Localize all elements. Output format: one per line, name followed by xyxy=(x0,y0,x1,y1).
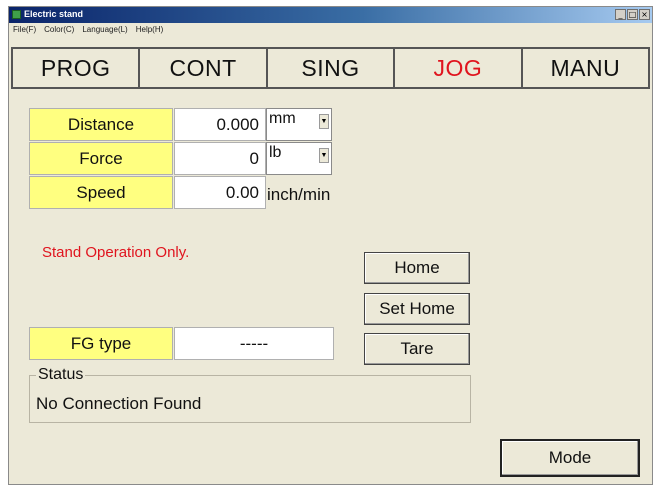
chevron-down-icon[interactable]: ▼ xyxy=(319,114,329,129)
menu-color[interactable]: Color(C) xyxy=(44,23,74,36)
window-title: Electric stand xyxy=(24,9,84,19)
status-group: Status No Connection Found xyxy=(29,366,471,423)
tab-jog[interactable]: JOG xyxy=(394,47,522,89)
distance-value: 0.000 xyxy=(174,108,266,141)
home-button[interactable]: Home xyxy=(364,252,470,284)
tab-bar: PROG CONT SING JOG MANU xyxy=(11,47,651,89)
tab-cont[interactable]: CONT xyxy=(139,47,267,89)
speed-value: 0.00 xyxy=(174,176,266,209)
distance-label: Distance xyxy=(29,108,173,141)
force-unit-select[interactable]: lb ▼ xyxy=(266,142,332,175)
menu-bar: File(F) Color(C) Language(L) Help(H) xyxy=(9,23,652,36)
operation-message: Stand Operation Only. xyxy=(42,244,190,261)
set-home-button[interactable]: Set Home xyxy=(364,293,470,325)
fg-type-label: FG type xyxy=(29,327,173,360)
status-text: No Connection Found xyxy=(36,394,202,413)
status-legend: Status xyxy=(36,366,86,384)
fg-type-value: ----- xyxy=(174,327,334,360)
mode-button[interactable]: Mode xyxy=(500,439,640,477)
app-icon xyxy=(12,10,21,19)
menu-language[interactable]: Language(L) xyxy=(82,23,127,36)
menu-help[interactable]: Help(H) xyxy=(136,23,164,36)
close-button[interactable]: × xyxy=(639,9,650,20)
tab-manu[interactable]: MANU xyxy=(521,47,651,89)
force-label: Force xyxy=(29,142,173,175)
maximize-button[interactable]: □ xyxy=(627,9,638,20)
window-controls: _ □ × xyxy=(615,9,650,20)
tare-button[interactable]: Tare xyxy=(364,333,470,365)
speed-label: Speed xyxy=(29,176,173,209)
minimize-button[interactable]: _ xyxy=(615,9,626,20)
force-unit-selected: lb xyxy=(269,144,282,161)
speed-unit: inch/min xyxy=(267,185,331,204)
distance-unit-selected: mm xyxy=(269,110,296,127)
app-window: Electric stand _ □ × File(F) Color(C) La… xyxy=(8,6,653,485)
force-value: 0 xyxy=(174,142,266,175)
menu-file[interactable]: File(F) xyxy=(13,23,36,36)
tab-sing[interactable]: SING xyxy=(266,47,395,89)
distance-unit-select[interactable]: mm ▼ xyxy=(266,108,332,141)
title-bar[interactable]: Electric stand _ □ × xyxy=(9,7,652,23)
tab-prog[interactable]: PROG xyxy=(11,47,140,89)
chevron-down-icon[interactable]: ▼ xyxy=(319,148,329,163)
